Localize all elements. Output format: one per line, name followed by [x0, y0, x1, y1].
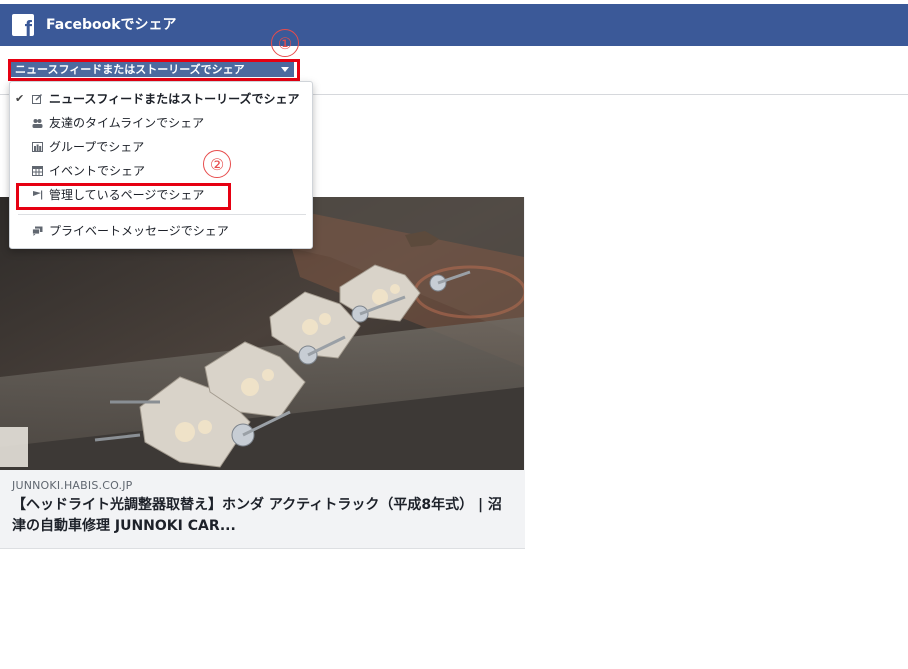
- calendar-icon: [32, 166, 43, 176]
- edit-icon: [32, 94, 43, 104]
- menu-item-label: グループでシェア: [49, 140, 145, 154]
- highlight-box-step1: [8, 59, 300, 81]
- preview-title[interactable]: 【ヘッドライト光調整器取替え】ホンダ アクティトラック（平成8年式） | 沼津の…: [12, 495, 512, 537]
- menu-item-event[interactable]: イベントでシェア: [10, 160, 312, 182]
- facebook-logo-icon: f: [12, 14, 34, 36]
- checkmark-icon: ✔: [15, 92, 25, 105]
- menu-item-label: 友達のタイムラインでシェア: [49, 116, 205, 130]
- menu-item-private-message[interactable]: プライベートメッセージでシェア: [10, 220, 312, 242]
- step-marker-1: ①: [271, 29, 299, 57]
- dialog-title: Facebookでシェア: [46, 17, 177, 33]
- step-marker-2: ②: [203, 150, 231, 178]
- menu-item-news-feed[interactable]: ✔ ニュースフィードまたはストーリーズでシェア: [10, 88, 312, 110]
- menu-item-group[interactable]: グループでシェア: [10, 136, 312, 158]
- link-preview-card[interactable]: JUNNOKI.HABIS.CO.JP 【ヘッドライト光調整器取替え】ホンダ ア…: [0, 197, 525, 549]
- menu-item-label: プライベートメッセージでシェア: [49, 224, 229, 238]
- menu-item-friend-timeline[interactable]: 友達のタイムラインでシェア: [10, 112, 312, 134]
- friends-icon: [32, 118, 43, 128]
- highlight-box-step2: [16, 183, 231, 210]
- menu-divider: [18, 214, 306, 215]
- share-dialog-header: f Facebookでシェア: [0, 4, 908, 46]
- message-icon: [32, 226, 43, 236]
- menu-item-label: イベントでシェア: [49, 164, 146, 178]
- share-target-menu: ✔ ニュースフィードまたはストーリーズでシェア 友達のタイムラインでシェア グル…: [9, 81, 313, 249]
- group-icon: [32, 142, 43, 152]
- menu-item-label: ニュースフィードまたはストーリーズでシェア: [49, 92, 300, 106]
- preview-domain: JUNNOKI.HABIS.CO.JP: [12, 479, 133, 492]
